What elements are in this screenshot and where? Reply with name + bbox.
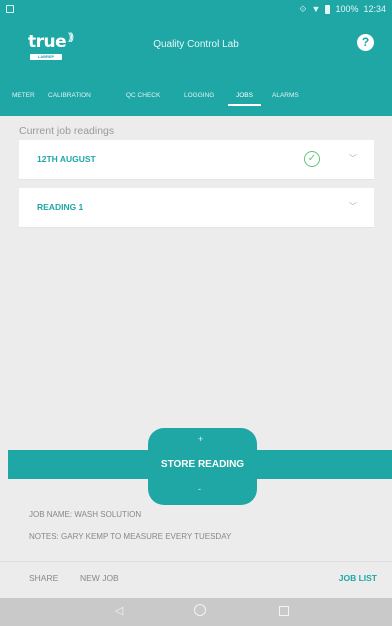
action-bar: SHARE NEW JOB JOB LIST [0, 561, 392, 590]
tab-alarms[interactable]: ALARMS [272, 88, 299, 116]
status-bar: ⟐ ▼ 100% 12:34 [0, 0, 392, 22]
chevron-down-icon[interactable]: ﹀ [349, 201, 357, 212]
chevron-down-icon[interactable]: ﹀ [349, 153, 357, 164]
reading-row[interactable]: 12TH AUGUST ✓ ﹀ [19, 140, 374, 180]
bottom-panel: + STORE READING - JOB NAME: WASH SOLUTIO… [0, 428, 392, 570]
vibrate-icon: ⟐ [299, 4, 307, 14]
page-title: Quality Control Lab [153, 39, 239, 50]
help-icon[interactable]: ? [357, 34, 374, 51]
recents-icon[interactable] [279, 606, 289, 616]
home-icon[interactable] [194, 604, 206, 616]
readings-list-area: Current job readings 12TH AUGUST ✓ ﹀ REA… [0, 116, 392, 450]
wifi-icon: ▼ [311, 4, 321, 14]
job-notes: NOTES: GARY KEMP TO MEASURE EVERY TUESDA… [29, 532, 232, 541]
status-icons: ⟐ ▼ 100% 12:34 [299, 5, 386, 14]
tab-qc-check[interactable]: QC CHECK [126, 88, 160, 116]
logo-badge: LABREP [30, 54, 62, 60]
back-icon[interactable]: ◁ [113, 605, 125, 617]
app-bar: true ))) LABREP Quality Control Lab ? [0, 22, 392, 88]
tab-meter[interactable]: METER [12, 88, 35, 116]
section-title: Current job readings [19, 125, 115, 137]
clock: 12:34 [363, 4, 386, 14]
notification-icon [6, 5, 14, 13]
decrement-button[interactable]: - [198, 484, 201, 494]
tab-logging[interactable]: LOGGING [184, 88, 214, 116]
job-list-button[interactable]: JOB LIST [339, 573, 377, 583]
new-job-button[interactable]: NEW JOB [80, 573, 119, 583]
tab-bar: METER CALIBRATION QC CHECK LOGGING JOBS … [0, 88, 392, 116]
reading-label: READING 1 [37, 202, 84, 212]
system-nav-bar: ◁ [0, 598, 392, 626]
store-reading-button[interactable]: STORE READING [148, 459, 257, 470]
battery-icon [325, 5, 331, 14]
job-name: JOB NAME: WASH SOLUTION [29, 510, 142, 519]
check-circle-icon: ✓ [304, 151, 320, 167]
battery-level: 100% [335, 4, 359, 14]
tab-jobs[interactable]: JOBS [228, 88, 261, 116]
tab-calibration[interactable]: CALIBRATION [48, 88, 91, 116]
increment-button[interactable]: + [198, 434, 203, 444]
reading-row[interactable]: READING 1 ﹀ [19, 188, 374, 228]
reading-label: 12TH AUGUST [37, 154, 96, 164]
share-button[interactable]: SHARE [29, 573, 58, 583]
